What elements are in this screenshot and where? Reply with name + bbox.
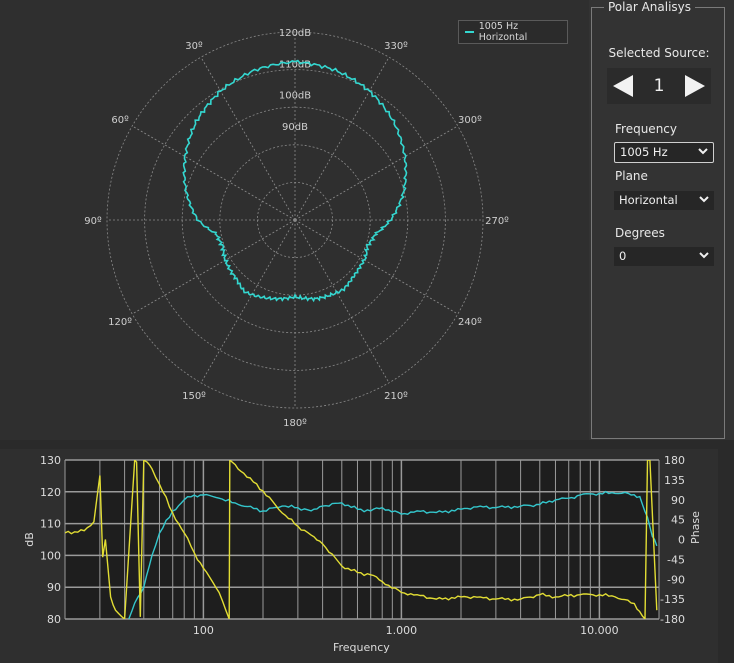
angle-label: 150º [182,391,206,402]
polar-analysis-group: Polar Analisys Selected Source: 1 Freque… [591,0,725,439]
y2-tick-label: 135 [664,474,685,487]
y2-tick-label: -90 [667,573,685,586]
chevron-down-icon [698,148,708,155]
polar-spoke [131,125,296,221]
plane-label: Plane [615,169,648,183]
polar-legend: 1005 Hz Horizontal [458,20,568,44]
source-selector: 1 [607,68,711,104]
frequency-response-chart: 80 90 100 110 120 130 -180 -135 -90 -45 0 45 90 135 18… [23,454,702,654]
y-tick-label: 120 [40,486,61,499]
y2-tick-label: -135 [660,593,685,606]
y2-tick-label: -45 [667,553,685,566]
ring-label: 120dB [279,28,311,39]
y2-tick-label: 90 [671,494,685,507]
degrees-select[interactable]: 0 [614,247,714,266]
y-tick-label: 130 [40,454,61,467]
frequency-label: Frequency [615,122,677,136]
legend-swatch [465,31,474,33]
x-tick-label: 10.000 [580,624,619,637]
plane-select[interactable]: Horizontal [614,191,714,210]
ring-label: 100dB [279,91,311,102]
source-value: 1 [653,76,665,96]
polar-spoke [294,219,390,384]
y-tick-label: 80 [47,613,61,626]
polar-plot: 90dB100dB110dB120dB330º300º270º240º210º1… [84,28,509,429]
angle-label: 210º [384,391,408,402]
angle-label: 270º [485,216,509,227]
y2-tick-label: 45 [671,514,685,527]
chevron-down-icon [699,252,709,259]
next-source-button[interactable] [684,75,705,97]
ring-label: 90dB [282,122,308,133]
selected-source-label: Selected Source: [608,46,710,60]
legend-label: 1005 Hz Horizontal [478,21,528,43]
y-tick-label: 110 [40,518,61,531]
previous-source-button[interactable] [613,75,633,97]
angle-label: 120º [108,317,132,328]
angle-label: 60º [111,115,129,126]
polar-spoke [200,219,296,384]
polar-spoke [294,125,459,221]
y2-axis-label: Phase [689,511,702,544]
angle-label: 180º [283,418,307,429]
angle-label: 330º [384,41,408,52]
plane-value: Horizontal [619,193,678,207]
polar-plot-panel: 90dB 100dB 110dB 120dB 330º 300º 270º 240º 210º 1… [0,0,589,440]
frequency-select[interactable]: 1005 Hz [614,142,714,163]
degrees-label: Degrees [615,226,665,240]
x-tick-label: 100 [193,624,214,637]
y-axis-label: dB [23,532,36,547]
chevron-down-icon [699,196,709,203]
y2-tick-label: -180 [660,613,685,626]
panel-title: Polar Analisys [604,0,696,14]
frequency-response-panel: 80 90 100 110 120 130 -180 -135 -90 -45 0 45 90 135 18… [0,449,718,663]
angle-label: 300º [458,115,482,126]
y2-tick-label: 0 [678,534,685,547]
x-axis-label: Frequency [333,641,390,654]
angle-label: 90º [84,216,102,227]
polar-analysis-panel: Polar Analisys Selected Source: 1 Freque… [589,0,734,440]
polar-spoke [294,56,390,221]
angle-label: 240º [458,317,482,328]
polar-spoke [200,56,296,221]
angle-label: 30º [185,41,203,52]
y-tick-label: 100 [40,549,61,562]
y2-tick-label: 180 [664,454,685,467]
frequency-value: 1005 Hz [620,145,668,159]
degrees-value: 0 [619,249,627,263]
x-tick-label: 1.000 [386,624,418,637]
y-tick-label: 90 [47,581,61,594]
